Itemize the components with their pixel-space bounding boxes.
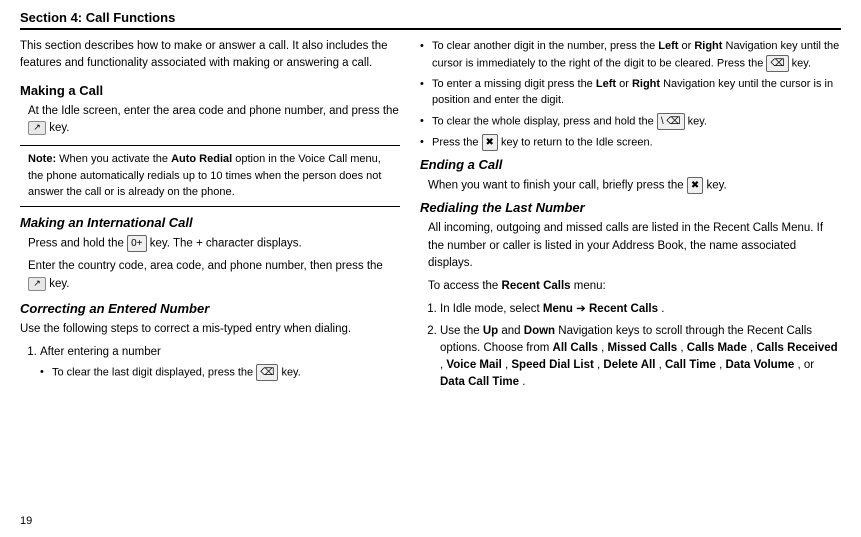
send-key2-icon: ↗ <box>28 277 46 291</box>
intl-call-text3: Enter the country code, area code, and p… <box>28 260 383 272</box>
page: Section 4: Call Functions This section d… <box>0 0 861 537</box>
r-datacalltime-bold: Data Call Time <box>440 376 519 388</box>
r-recent-calls-bold: Recent Calls <box>589 303 658 315</box>
note-box: Note: When you activate the Auto Redial … <box>20 145 400 207</box>
step1-item: After entering a number To clear the las… <box>40 344 400 381</box>
step1-text: After entering a number <box>40 346 161 358</box>
send-key-icon: ↗ <box>28 121 46 135</box>
bullet5-text: Press the <box>432 136 482 148</box>
bullet3-right: Right <box>632 78 660 90</box>
redialing-steps: In Idle mode, select Menu ➔ Recent Calls… <box>440 301 841 391</box>
r-callsmade-bold: Calls Made <box>687 342 747 354</box>
bullet1-suffix: key. <box>281 367 300 379</box>
ending-body: When you want to finish your call, brief… <box>420 177 841 195</box>
intl-call-body1: Press and hold the 0+ key. The + charact… <box>20 235 400 253</box>
bullet4-text: To clear the whole display, press and ho… <box>432 115 657 127</box>
page-number: 19 <box>20 515 841 527</box>
r-deleteall-bold: Delete All <box>603 359 655 371</box>
end-key2-icon: ✖ <box>687 177 703 194</box>
note-text1: When you activate the <box>59 153 168 165</box>
r-datavolume-bold: Data Volume <box>726 359 795 371</box>
ending-title: Ending a Call <box>420 157 841 172</box>
bullet4-suffix: key. <box>688 115 707 127</box>
r-speeddial-bold: Speed Dial List <box>511 359 593 371</box>
r-comma3: , <box>750 342 753 354</box>
r-allcalls-bold: All Calls <box>553 342 598 354</box>
r-step1: In Idle mode, select Menu ➔ Recent Calls… <box>440 301 841 318</box>
intro-text: This section describes how to make or an… <box>20 38 400 73</box>
r-menu-bold: Menu <box>543 303 573 315</box>
bullet3-left: Left <box>596 78 616 90</box>
ending-suffix: key. <box>706 179 726 191</box>
making-call-text: At the Idle screen, enter the area code … <box>28 105 399 117</box>
recent-calls-bold: Recent Calls <box>502 280 571 292</box>
bullet3-or: or <box>619 78 632 90</box>
intl-call-title: Making an International Call <box>20 215 400 230</box>
bullet4-item: To clear the whole display, press and ho… <box>420 113 841 130</box>
intl-call-text1: Press and hold the <box>28 237 124 249</box>
step1-bullets: To clear the last digit displayed, press… <box>40 364 400 381</box>
access-text: To access the Recent Calls menu: <box>420 278 841 295</box>
correcting-body: Use the following steps to correct a mis… <box>20 321 400 338</box>
bullet2-text1: To clear another digit in the number, pr… <box>432 40 658 52</box>
r-step2-text1: Use the <box>440 325 483 337</box>
access-suffix: menu: <box>574 280 606 292</box>
r-missedcalls-bold: Missed Calls <box>608 342 678 354</box>
bullet3-item: To enter a missing digit press the Left … <box>420 76 841 109</box>
making-call-title: Making a Call <box>20 83 400 98</box>
zero-plus-key: 0+ <box>127 235 146 252</box>
correcting-title: Correcting an Entered Number <box>20 301 400 316</box>
clear-key1-icon: ⌫ <box>256 364 278 381</box>
redialing-body: All incoming, outgoing and missed calls … <box>420 220 841 272</box>
correcting-steps: After entering a number To clear the las… <box>40 344 400 381</box>
bullet5-item: Press the ✖ key to return to the Idle sc… <box>420 134 841 151</box>
right-column: To clear another digit in the number, pr… <box>420 38 841 511</box>
intl-call-text4: key. <box>49 278 69 290</box>
note-bold: Auto Redial <box>171 153 232 165</box>
bullet1-item: To clear the last digit displayed, press… <box>40 364 400 381</box>
intl-call-text2: key. The + character displays. <box>150 237 302 249</box>
r-voicemail-bold: Voice Mail <box>446 359 501 371</box>
ending-text: When you want to finish your call, brief… <box>428 179 684 191</box>
r-calltime-bold: Call Time <box>665 359 716 371</box>
r-step1-text: In Idle mode, select <box>440 303 543 315</box>
two-column-layout: This section describes how to make or an… <box>20 38 841 511</box>
redialing-title: Redialing the Last Number <box>420 200 841 215</box>
bullet2-left: Left <box>658 40 678 52</box>
section-title: Section 4: Call Functions <box>20 10 841 30</box>
clear-key2-icon: ⌫ <box>766 55 788 72</box>
bullet2-item: To clear another digit in the number, pr… <box>420 38 841 72</box>
access-prefix: To access the <box>428 280 498 292</box>
bullet2-suffix: key. <box>792 57 811 69</box>
making-call-suffix: key. <box>49 122 69 134</box>
bullet2-or: or <box>681 40 694 52</box>
r-period: . <box>522 376 525 388</box>
end-key1-icon: ✖ <box>482 134 498 151</box>
r-step2-and: and <box>501 325 523 337</box>
r-callsreceived-bold: Calls Received <box>756 342 837 354</box>
intl-call-body2: Enter the country code, area code, and p… <box>20 258 400 293</box>
bullet2-right: Right <box>694 40 722 52</box>
bullet5-suffix: key to return to the Idle screen. <box>501 136 653 148</box>
note-label: Note: <box>28 153 56 165</box>
r-down-bold: Down <box>524 325 555 337</box>
r-up-bold: Up <box>483 325 498 337</box>
r-or: , or <box>798 359 815 371</box>
r-step2: Use the Up and Down Navigation keys to s… <box>440 323 841 392</box>
r-step1-suffix: . <box>661 303 664 315</box>
making-call-body: At the Idle screen, enter the area code … <box>20 103 400 138</box>
clear-key3-icon: \ ⌫ <box>657 113 685 130</box>
r-arrow: ➔ <box>576 303 589 315</box>
bullet1-text: To clear the last digit displayed, press… <box>52 367 253 379</box>
bullet3-text1: To enter a missing digit press the <box>432 78 596 90</box>
right-bullets: To clear another digit in the number, pr… <box>420 38 841 151</box>
left-column: This section describes how to make or an… <box>20 38 400 511</box>
